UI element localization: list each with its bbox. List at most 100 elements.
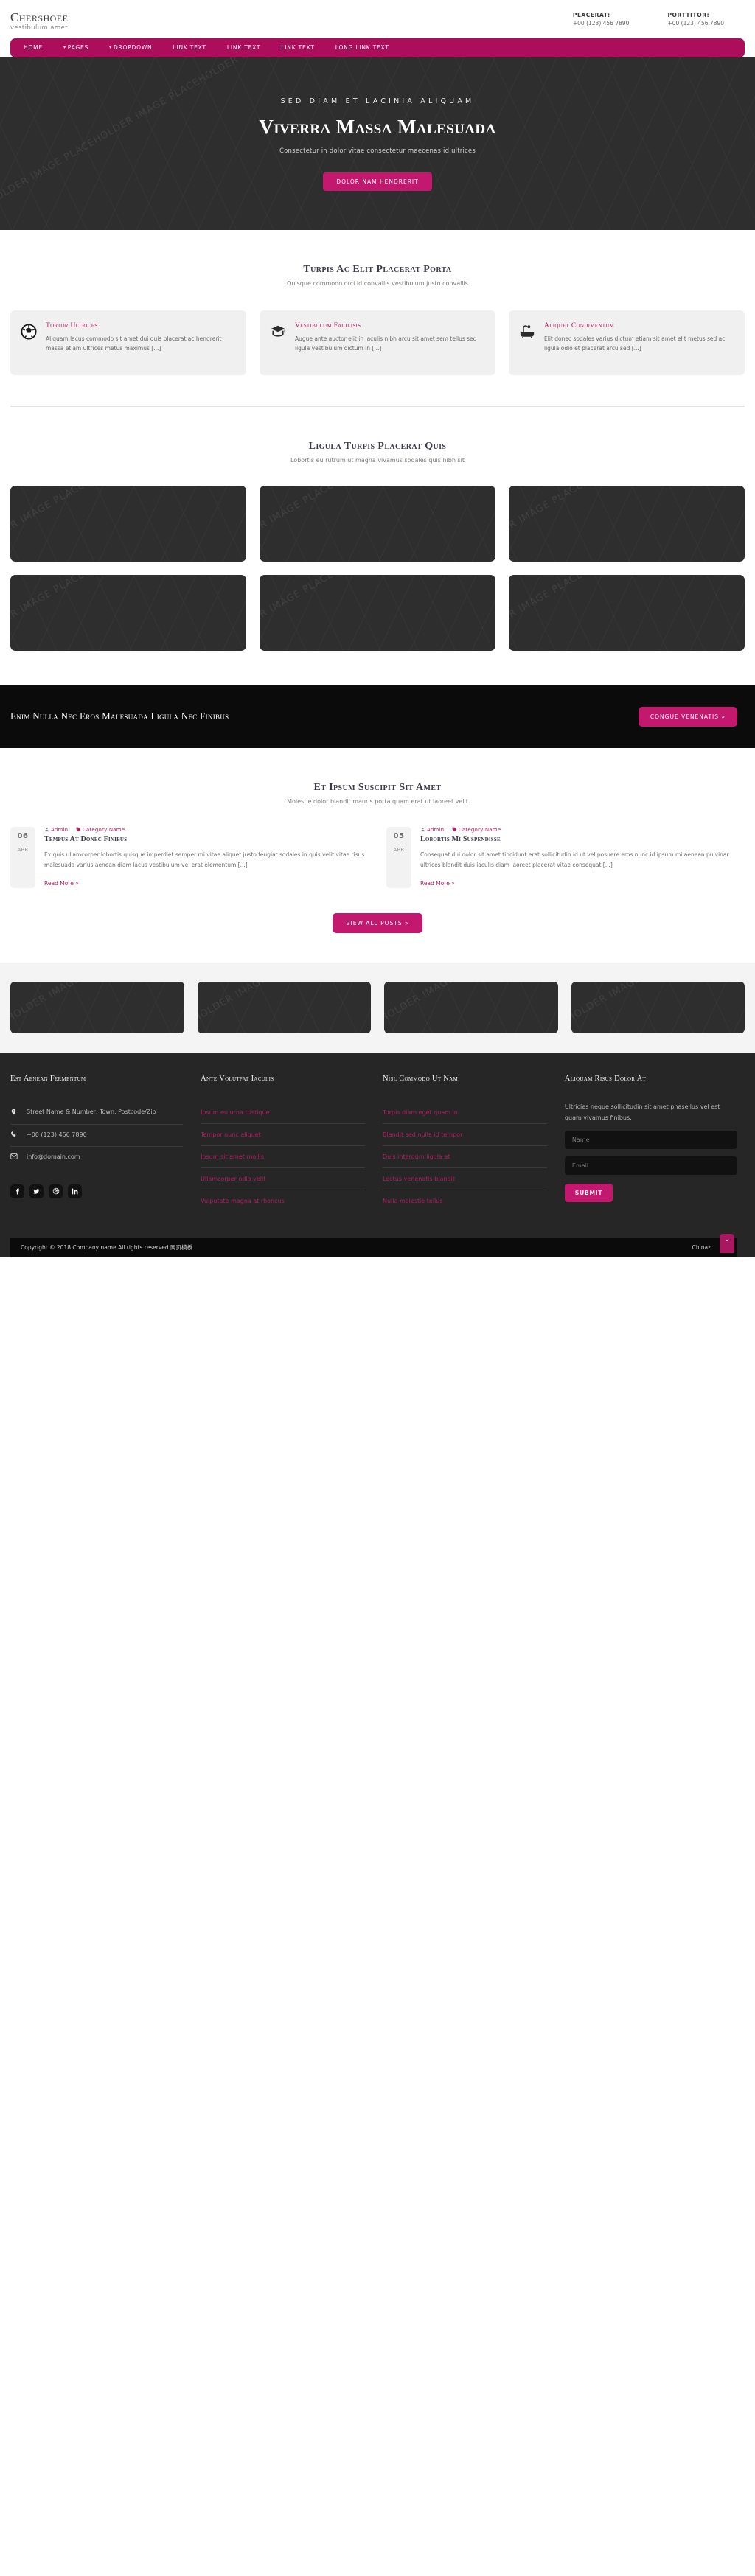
location-pin-icon [10,1107,19,1120]
footer-link[interactable]: Ipsum sit amet mollis [201,1145,365,1167]
back-to-top-button[interactable]: ⌃ [720,1233,734,1253]
blog-posts: 06 APR Admin | Category Name Tempus At Don… [10,827,745,888]
footer-link[interactable]: Blandit sed nulla id tempor [383,1123,547,1145]
feature-card-text: Aliquam lacus commodo sit amet dui quis … [46,335,222,352]
footer-link[interactable]: Turpis diam eget quam in [383,1102,547,1123]
tag-icon [452,827,459,833]
email-input[interactable] [564,1156,737,1176]
name-input[interactable] [564,1131,737,1150]
footer-email-row: info@domain.com [10,1145,184,1168]
feature-card[interactable]: Vestibulum Facilisis Augue ante auctor e… [260,310,495,375]
contact-value: +00 (123) 456 7890 [667,20,724,27]
nav-item-home[interactable]: HOME [18,38,53,57]
dribbble-icon[interactable] [49,1184,63,1198]
gallery-section: Ligula Turpis Placerat Quis Lobortis eu … [0,407,755,651]
placeholder-watermark: IMAGE PLACEHOLDER IMAGE PLACEHOLDER IMAG… [384,982,558,1033]
bathtub-icon [519,322,535,363]
footer-link[interactable]: Duis interdum ligula at [383,1145,547,1167]
nav-item-link-3[interactable]: LINK TEXT [271,38,324,57]
features-heading: Turpis Ac Elit Placerat Porta Quisque co… [10,264,745,287]
gallery-item[interactable]: IMAGE PLACEHOLDER IMAGE PLACEHOLDER IMAG… [509,486,745,562]
post-title[interactable]: Lobortis Mi Suspendisse [420,835,745,843]
post-excerpt: Consequat dui dolor sit amet tincidunt e… [420,851,729,868]
post-meta: Admin | Category Name [44,827,369,833]
post-day: 05 [393,832,405,840]
hero-section: IMAGE PLACEHOLDER IMAGE PLACEHOLDER IMAG… [0,57,755,230]
main-navigation: HOME ▾ PAGES ▾ DROPDOWN LINK TEXT LINK TEX… [10,38,745,57]
footer-link[interactable]: Nulla molestie tellus [383,1189,547,1212]
view-all-posts-button[interactable]: VIEW ALL POSTS » [333,912,422,933]
contact-placerat: PLACERAT: +00 (123) 456 7890 [573,12,630,27]
user-icon [44,827,51,833]
nav-label: PAGES [67,43,89,51]
post-author[interactable]: Admin [427,827,444,833]
post-title[interactable]: Tempus At Donec Finibus [44,835,369,843]
footer-link[interactable]: Lectus venenatis blandit [383,1167,547,1190]
logo-item[interactable]: IMAGE PLACEHOLDER IMAGE PLACEHOLDER IMAG… [197,981,371,1033]
feature-card-text: Augue ante auctor elit in iaculis nibh a… [295,335,477,352]
placeholder-watermark: IMAGE PLACEHOLDER IMAGE PLACEHOLDER IMAG… [10,575,246,651]
social-links [10,1184,183,1198]
footer-phone-row: +00 (123) 456 7890 [10,1124,184,1146]
nav-item-link-1[interactable]: LINK TEXT [162,38,216,57]
features-section: Turpis Ac Elit Placerat Porta Quisque co… [0,230,755,375]
meta-separator: | [447,827,449,833]
cta-button[interactable]: CONGUE VENENATIS » [638,706,737,727]
post-date-badge: 06 APR [10,827,35,888]
post-category[interactable]: Category Name [459,827,501,833]
hero-subtitle: Consectetur in dolor vitae consectetur m… [279,147,476,155]
hero-cta-button[interactable]: DOLOR NAM HENDRERIT [323,172,432,191]
nav-item-pages[interactable]: ▾ PAGES [53,38,99,57]
post-category[interactable]: Category Name [83,827,125,833]
footer-link[interactable]: Ipsum eu urna tristique [201,1102,365,1123]
footer-column-links-1: Ante Volutpat Iaculis Ipsum eu urna tris… [201,1075,365,1212]
nav-item-dropdown[interactable]: ▾ DROPDOWN [99,38,162,57]
logo-item[interactable]: IMAGE PLACEHOLDER IMAGE PLACEHOLDER IMAG… [571,981,745,1033]
gallery-item[interactable]: IMAGE PLACEHOLDER IMAGE PLACEHOLDER IMAG… [260,575,495,651]
linkedin-icon[interactable] [68,1184,82,1198]
nav-label: LINK TEXT [173,44,206,51]
graduation-cap-icon [270,322,286,363]
placeholder-watermark: IMAGE PLACEHOLDER IMAGE PLACEHOLDER IMAG… [260,486,495,562]
gallery-item[interactable]: IMAGE PLACEHOLDER IMAGE PLACEHOLDER IMAG… [509,575,745,651]
nav-item-link-2[interactable]: LINK TEXT [217,38,271,57]
feature-cards: Tortor Ultrices Aliquam lacus commodo si… [10,310,745,375]
logo[interactable]: Chershoee vestibulum amet [10,7,69,32]
navigation-wrap: HOME ▾ PAGES ▾ DROPDOWN LINK TEXT LINK TEX… [0,38,755,57]
logo-item[interactable]: IMAGE PLACEHOLDER IMAGE PLACEHOLDER IMAG… [384,981,558,1033]
feature-card[interactable]: Aliquet Condimentum Elit donec sodales v… [509,310,745,375]
chevron-down-icon: ▾ [63,44,66,50]
copyright-text: Copyright © 2018.Company name All rights… [21,1244,193,1252]
nav-item-long-link[interactable]: LONG LINK TEXT [325,38,400,57]
placeholder-watermark: IMAGE PLACEHOLDER IMAGE PLACEHOLDER IMAG… [10,486,246,562]
logo-item[interactable]: IMAGE PLACEHOLDER IMAGE PLACEHOLDER IMAG… [10,981,184,1033]
read-more-link[interactable]: Read More » [420,880,455,887]
nav-label: DROPDOWN [113,43,153,51]
copyright-bar: Copyright © 2018.Company name All rights… [10,1233,737,1257]
footer-columns: Est Aenean Fermentum Street Name & Numbe… [10,1075,737,1212]
submit-button[interactable]: SUBMIT [564,1184,613,1203]
placeholder-watermark: IMAGE PLACEHOLDER IMAGE PLACEHOLDER IMAG… [571,982,745,1033]
read-more-link[interactable]: Read More » [44,880,79,887]
contact-label: PORTTITOR: [667,12,710,18]
gallery-item[interactable]: IMAGE PLACEHOLDER IMAGE PLACEHOLDER IMAG… [10,575,246,651]
footer-link[interactable]: Tempor nunc aliquet [201,1123,365,1145]
footer-heading: Nisl Commodo Ut Nam [383,1074,459,1083]
feature-card[interactable]: Tortor Ultrices Aliquam lacus commodo si… [10,310,246,375]
gallery-item[interactable]: IMAGE PLACEHOLDER IMAGE PLACEHOLDER IMAG… [260,486,495,562]
footer-link[interactable]: Vulputate magna at rhoncus [201,1189,365,1212]
facebook-icon[interactable] [10,1184,24,1198]
hero-kicker: SED DIAM ET LACINIA ALIQUAM [280,97,475,105]
post-month: APR [393,847,405,853]
twitter-icon[interactable] [29,1184,44,1198]
post-author[interactable]: Admin [51,827,68,833]
blog-section: Et Ipsum Suscipit Sit Amet Molestie dolo… [0,748,755,933]
footer-link[interactable]: Ullamcorper odio velit [201,1167,365,1190]
logos-strip: IMAGE PLACEHOLDER IMAGE PLACEHOLDER IMAG… [0,962,755,1053]
contact-label: PLACERAT: [572,12,610,18]
gallery-item[interactable]: IMAGE PLACEHOLDER IMAGE PLACEHOLDER IMAG… [10,486,246,562]
cta-band: Enim Nulla Nec Eros Malesuada Ligula Nec… [0,685,755,748]
tag-icon [76,827,83,833]
contact-value: +00 (123) 456 7890 [572,20,630,27]
placeholder-watermark: IMAGE PLACEHOLDER IMAGE PLACEHOLDER IMAG… [10,982,184,1033]
